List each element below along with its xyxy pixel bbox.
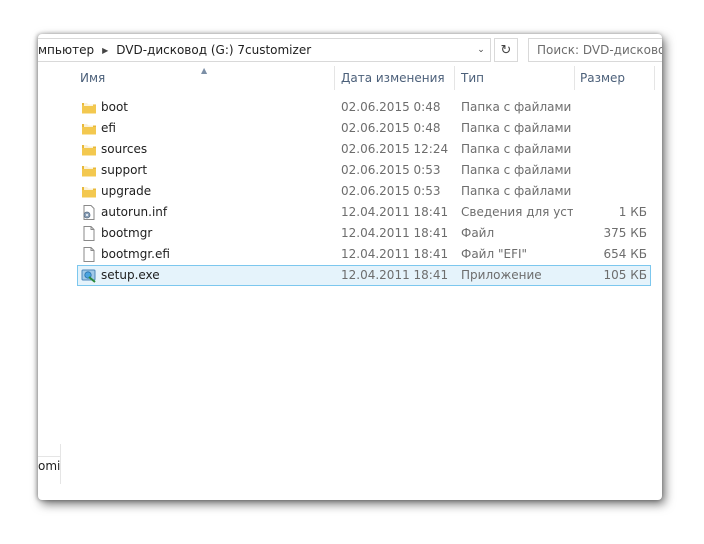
- file-date: 12.04.2011 18:41: [341, 205, 449, 219]
- file-size: [578, 139, 647, 160]
- file-date: 02.06.2015 0:48: [341, 121, 441, 135]
- file-row[interactable]: support 02.06.2015 0:53 Папка с файлами: [38, 160, 662, 181]
- column-header: ▲ Имя Дата изменения Тип Размер: [38, 66, 662, 90]
- file-row[interactable]: bootmgr.efi 12.04.2011 18:41 Файл "EFI" …: [38, 244, 662, 265]
- file-type: Приложение: [461, 268, 542, 282]
- file-size: 375 КБ: [603, 226, 647, 240]
- file-name: upgrade: [101, 184, 152, 198]
- file-name: boot: [101, 100, 129, 114]
- breadcrumb-separator-icon[interactable]: ▶: [102, 46, 108, 55]
- nav-pane-divider: [60, 444, 61, 484]
- settings-file-icon: [83, 205, 95, 220]
- file-list: boot 02.06.2015 0:48 Папка с файлами efi…: [38, 97, 662, 286]
- refresh-icon: ↻: [500, 42, 512, 58]
- file-size: [578, 181, 647, 202]
- folder-icon: [82, 165, 96, 177]
- column-name[interactable]: Имя: [80, 66, 105, 90]
- search-placeholder: Поиск: DVD-дисковод (G:): [537, 43, 662, 57]
- column-divider[interactable]: [454, 66, 455, 90]
- file-type: Сведения для уст...: [461, 205, 573, 219]
- folder-icon: [82, 144, 96, 156]
- address-bar[interactable]: мпьютер ▶ DVD-дисковод (G:) 7customizer …: [38, 38, 491, 62]
- file-type: Папка с файлами: [461, 184, 572, 198]
- file-name: autorun.inf: [101, 205, 168, 219]
- breadcrumb-computer[interactable]: мпьютер: [38, 43, 94, 57]
- folder-icon: [82, 186, 96, 198]
- folder-icon: [82, 123, 96, 135]
- file-row[interactable]: bootmgr 12.04.2011 18:41 Файл 375 КБ: [38, 223, 662, 244]
- file-name: efi: [101, 121, 116, 135]
- column-size[interactable]: Размер: [580, 66, 625, 90]
- file-name: sources: [101, 142, 148, 156]
- file-row[interactable]: autorun.inf 12.04.2011 18:41 Сведения дл…: [38, 202, 662, 223]
- explorer-window: мпьютер ▶ DVD-дисковод (G:) 7customizer …: [38, 34, 662, 500]
- file-date: 02.06.2015 0:48: [341, 100, 441, 114]
- file-icon: [83, 226, 95, 241]
- column-divider[interactable]: [654, 66, 655, 90]
- column-divider[interactable]: [574, 66, 575, 90]
- file-row[interactable]: upgrade 02.06.2015 0:53 Папка с файлами: [38, 181, 662, 202]
- file-row-selected[interactable]: setup.exe 12.04.2011 18:41 Приложение 10…: [38, 265, 662, 286]
- file-type: Файл "EFI": [461, 247, 528, 261]
- file-type: Папка с файлами: [461, 100, 572, 114]
- file-row[interactable]: sources 02.06.2015 12:24 Папка с файлами: [38, 139, 662, 160]
- file-size: 1 КБ: [618, 205, 647, 219]
- file-date: 02.06.2015 0:53: [341, 163, 441, 177]
- file-row[interactable]: boot 02.06.2015 0:48 Папка с файлами: [38, 97, 662, 118]
- file-size: 105 КБ: [603, 268, 647, 282]
- column-type[interactable]: Тип: [461, 66, 484, 90]
- file-name: bootmgr: [101, 226, 153, 240]
- file-date: 12.04.2011 18:41: [341, 268, 449, 282]
- file-size: [578, 160, 647, 181]
- sort-ascending-icon: ▲: [201, 66, 208, 75]
- file-date: 12.04.2011 18:41: [341, 226, 449, 240]
- file-icon: [83, 247, 95, 262]
- file-name: bootmgr.efi: [101, 247, 170, 261]
- file-name: support: [101, 163, 148, 177]
- file-date: 12.04.2011 18:41: [341, 247, 449, 261]
- file-row[interactable]: efi 02.06.2015 0:48 Папка с файлами: [38, 118, 662, 139]
- column-divider[interactable]: [334, 66, 335, 90]
- refresh-button[interactable]: ↻: [494, 38, 518, 62]
- breadcrumb-dvd-drive[interactable]: DVD-дисковод (G:) 7customizer: [116, 43, 311, 57]
- file-type: Файл: [461, 226, 495, 240]
- setup-exe-icon: [81, 269, 96, 283]
- nav-pane-item[interactable]: оmi: [38, 456, 60, 475]
- column-date[interactable]: Дата изменения: [341, 66, 445, 90]
- file-size: [578, 97, 647, 118]
- file-size: 654 КБ: [603, 247, 647, 261]
- file-size: [578, 118, 647, 139]
- file-type: Папка с файлами: [461, 163, 572, 177]
- file-type: Папка с файлами: [461, 142, 572, 156]
- file-date: 02.06.2015 12:24: [341, 142, 449, 156]
- file-date: 02.06.2015 0:53: [341, 184, 441, 198]
- chevron-down-icon[interactable]: ⌄: [472, 39, 490, 61]
- folder-icon: [82, 102, 96, 114]
- file-type: Папка с файлами: [461, 121, 572, 135]
- file-name: setup.exe: [101, 268, 160, 282]
- search-input[interactable]: Поиск: DVD-дисковод (G:): [528, 38, 662, 62]
